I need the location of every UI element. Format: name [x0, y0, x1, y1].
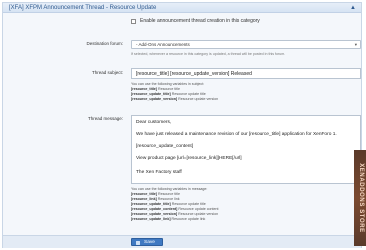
subject-variables-help: You can use the following variables in s…	[131, 82, 205, 86]
thread-subject-label: Thread subject:	[91, 70, 123, 75]
message-variable-item: [resource_update_content] Resource updat…	[131, 207, 219, 211]
enable-announcement-checkbox[interactable]	[131, 19, 136, 24]
message-variable-item: [resource_update_link] Resource update l…	[131, 217, 206, 221]
message-line: The Xen Factory staff	[136, 170, 182, 175]
message-line: View product page [url=[resource_link]]H…	[136, 156, 242, 161]
destination-forum-select[interactable]: - Add-Ons Announcements ▾	[131, 40, 361, 49]
chevron-down-icon: ▾	[354, 42, 357, 47]
enable-announcement-label[interactable]: Enable announcement thread creation in t…	[140, 18, 260, 25]
panel-header[interactable]: [XFA] XFPM Announcement Thread - Resourc…	[3, 3, 361, 13]
save-button[interactable]: Save	[131, 238, 163, 246]
thread-subject-value: [resource_title] [resource_update_versio…	[136, 71, 252, 77]
destination-forum-hint: If selected, whenever a resource in this…	[131, 52, 286, 56]
form-footer: Save	[3, 235, 361, 248]
thread-message-label: Thread message:	[87, 116, 123, 121]
message-line: [resource_update_content]	[136, 144, 194, 149]
message-variable-item: [resource_update_title] Resource update …	[131, 202, 206, 206]
subject-variable-item: [resource_update_version] Resource updat…	[131, 97, 219, 101]
subject-variable-item: [resource_title] Resource title	[131, 87, 180, 91]
settings-panel: [XFA] XFPM Announcement Thread - Resourc…	[2, 2, 362, 248]
save-icon	[136, 240, 140, 245]
store-watermark: XENADDONS STORE	[352, 150, 366, 246]
message-variable-item: [resource_update_version] Resource updat…	[131, 212, 219, 216]
panel-title: [XFA] XFPM Announcement Thread - Resourc…	[9, 5, 157, 11]
chevron-up-icon[interactable]: ▲	[350, 4, 356, 12]
message-variables-help: You can use the following variables in m…	[131, 187, 208, 191]
watermark-text: XENADDONS STORE	[354, 150, 366, 246]
subject-variable-item: [resource_update_title] Resource update …	[131, 92, 206, 96]
destination-forum-value: - Add-Ons Announcements	[136, 42, 190, 47]
destination-forum-label: Destination forum:	[86, 41, 123, 46]
save-button-label: Save	[144, 240, 155, 245]
message-variable-item: [resource_title] Resource title	[131, 192, 180, 196]
message-variable-item: [resource_link] Resource link	[131, 197, 180, 201]
message-line: We have just released a maintenance revi…	[136, 132, 337, 137]
message-line: Dear customers,	[136, 120, 172, 125]
thread-subject-input[interactable]: [resource_title] [resource_update_versio…	[131, 68, 361, 79]
thread-message-textarea[interactable]: Dear customers, We have just released a …	[131, 115, 361, 184]
